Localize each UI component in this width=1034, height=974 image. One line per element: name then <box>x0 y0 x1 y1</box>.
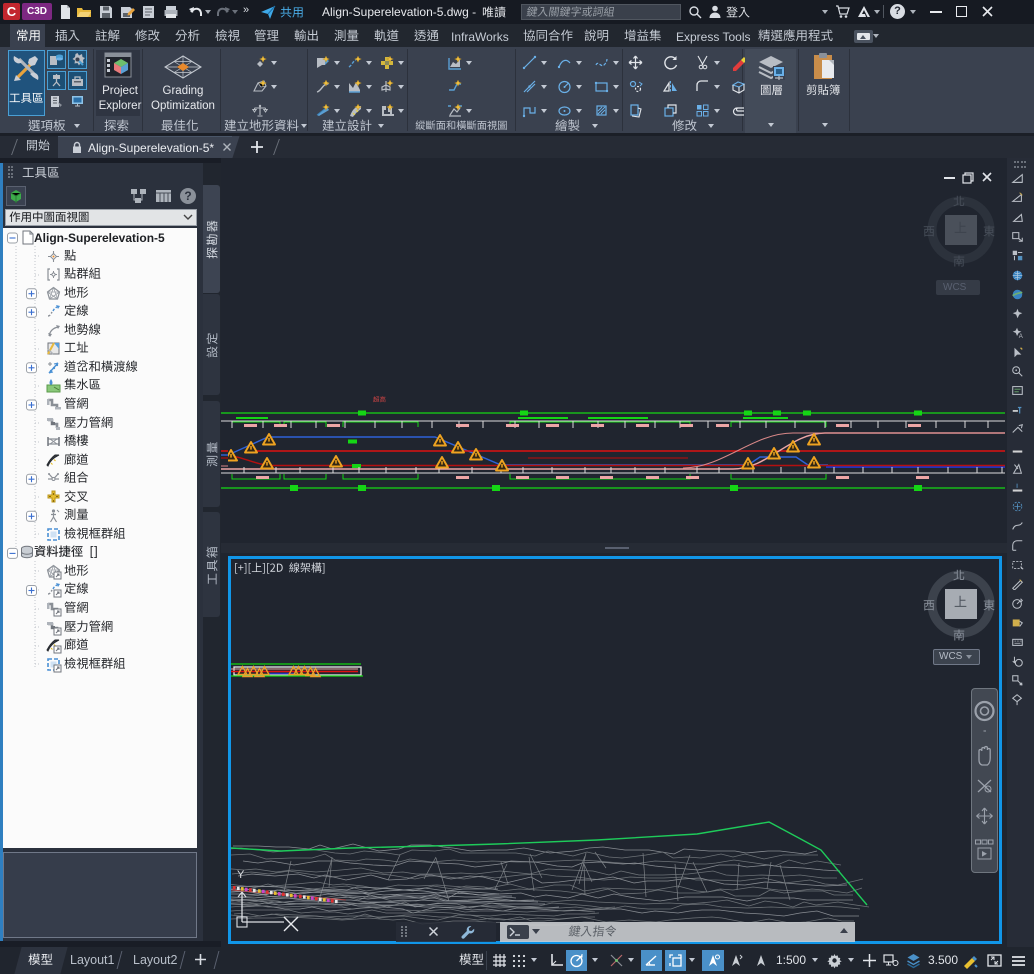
svg-text:A: A <box>1019 335 1024 340</box>
svg-text:Y: Y <box>237 869 245 881</box>
